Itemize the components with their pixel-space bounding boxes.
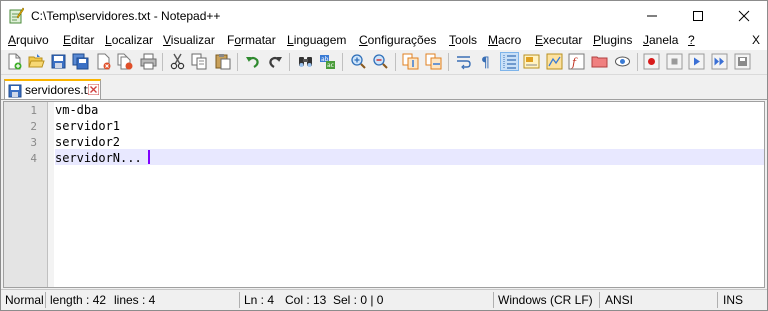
toolbar-separator: [237, 53, 238, 71]
record-macro-icon[interactable]: [643, 53, 660, 70]
run-macro-multiple-icon[interactable]: [711, 53, 728, 70]
menu-close-document[interactable]: X: [752, 33, 760, 47]
menu-item[interactable]: Formatar: [227, 33, 276, 47]
close-icon: [738, 10, 750, 22]
menu-item[interactable]: Arquivo: [8, 33, 49, 47]
menu-bar: X Arquivo Editar Localizar Visualizar Format…: [1, 31, 767, 50]
menu-item[interactable]: Editar: [63, 33, 94, 47]
close-tab-icon[interactable]: [88, 84, 99, 95]
line-number-gutter: 1 2 3 4: [4, 102, 48, 287]
status-line: Ln : 4: [244, 293, 275, 307]
toolbar-separator: [342, 53, 343, 71]
menu-item[interactable]: Plugins: [593, 33, 632, 47]
close-window-button[interactable]: [721, 1, 767, 31]
status-separator: [45, 292, 46, 308]
title-bar: C:\Temp\servidores.txt - Notepad++: [1, 1, 767, 31]
menu-item[interactable]: Macro: [488, 33, 521, 47]
status-separator: [599, 292, 600, 308]
find-icon[interactable]: [297, 53, 314, 70]
menu-item[interactable]: Localizar: [105, 33, 153, 47]
show-all-chars-icon[interactable]: ¶: [478, 53, 495, 70]
menu-item[interactable]: Tools: [449, 33, 477, 47]
status-separator: [717, 292, 718, 308]
current-line-highlight: [55, 149, 764, 165]
status-separator: [239, 292, 240, 308]
text-caret: [148, 150, 150, 164]
code-line[interactable]: servidor1: [55, 119, 120, 133]
text-editor[interactable]: 1 2 3 4 vm-dba servidor1 servidor2 servi…: [3, 101, 765, 288]
code-line[interactable]: servidor2: [55, 135, 120, 149]
status-column: Col : 13: [285, 293, 327, 307]
line-number: 1: [30, 104, 37, 117]
monitor-icon[interactable]: [614, 53, 631, 70]
status-encoding: ANSI: [605, 293, 634, 307]
print-icon[interactable]: [140, 53, 157, 70]
copy-icon[interactable]: [191, 53, 208, 70]
sync-vertical-icon[interactable]: [402, 53, 419, 70]
tab-label: servidores.txt: [25, 83, 97, 97]
window-title: C:\Temp\servidores.txt - Notepad++: [31, 9, 221, 23]
menu-item[interactable]: ?: [688, 33, 695, 47]
code-line[interactable]: vm-dba: [55, 103, 98, 117]
cut-icon[interactable]: [169, 53, 186, 70]
menu-item[interactable]: Configurações: [359, 33, 436, 47]
notepadpp-logo-icon: [9, 7, 24, 24]
menu-item[interactable]: Visualizar: [163, 33, 215, 47]
close-file-icon[interactable]: [95, 53, 112, 70]
code-line[interactable]: servidorN...: [55, 151, 142, 165]
fold-margin[interactable]: [48, 102, 54, 287]
save-icon[interactable]: [50, 53, 67, 70]
tab-servidores-txt[interactable]: servidores.txt: [4, 79, 101, 99]
status-file-type: Normal: [5, 293, 44, 307]
save-all-icon[interactable]: [72, 53, 89, 70]
replace-icon[interactable]: abac: [319, 53, 336, 70]
status-insert-mode: INS: [723, 293, 744, 307]
tab-bar: servidores.txt: [1, 75, 767, 100]
svg-text:ac: ac: [327, 62, 334, 69]
indent-guide-icon[interactable]: [500, 52, 519, 71]
toolbar-separator: [289, 53, 290, 71]
undo-icon[interactable]: [244, 53, 261, 70]
status-selection: Sel : 0 | 0: [333, 293, 384, 307]
user-language-icon[interactable]: [523, 53, 540, 70]
toolbar-separator: [448, 53, 449, 71]
status-lines: lines : 4: [114, 293, 156, 307]
saved-file-icon: [8, 84, 22, 98]
toolbar-separator: [637, 53, 638, 71]
menu-item[interactable]: Executar: [535, 33, 582, 47]
status-separator: [493, 292, 494, 308]
stop-macro-icon[interactable]: [666, 53, 683, 70]
maximize-icon: [693, 11, 703, 21]
new-file-icon[interactable]: [6, 53, 23, 70]
minimize-icon: [647, 15, 657, 17]
sync-horizontal-icon[interactable]: [425, 53, 442, 70]
toolbar-separator: [395, 53, 396, 71]
toolbar: ab ac ¶ f: [1, 50, 767, 75]
zoom-in-icon[interactable]: [350, 53, 367, 70]
toolbar-separator: [162, 53, 163, 71]
play-macro-icon[interactable]: [688, 53, 705, 70]
svg-text:¶: ¶: [481, 55, 490, 70]
save-macro-icon[interactable]: [734, 53, 751, 70]
folder-workspace-icon[interactable]: [591, 53, 608, 70]
menu-item[interactable]: Linguagem: [287, 33, 346, 47]
line-number: 3: [30, 136, 37, 149]
zoom-out-icon[interactable]: [372, 53, 389, 70]
paste-icon[interactable]: [214, 53, 231, 70]
line-number: 4: [30, 152, 37, 165]
redo-icon[interactable]: [267, 53, 284, 70]
word-wrap-icon[interactable]: [455, 53, 472, 70]
status-eol-format: Windows (CR LF): [498, 293, 593, 307]
status-bar: Normal length : 42 lines : 4 Ln : 4 Col …: [1, 289, 767, 310]
minimize-button[interactable]: [629, 1, 675, 31]
open-file-icon[interactable]: [28, 53, 45, 70]
notepadpp-window: C:\Temp\servidores.txt - Notepad++ X Arq…: [0, 0, 768, 311]
document-map-icon[interactable]: [546, 53, 563, 70]
menu-item[interactable]: Janela: [643, 33, 678, 47]
close-all-icon[interactable]: [117, 53, 134, 70]
status-length: length : 42: [50, 293, 107, 307]
maximize-button[interactable]: [675, 1, 721, 31]
line-number: 2: [30, 120, 37, 133]
function-list-icon[interactable]: f: [568, 53, 585, 70]
